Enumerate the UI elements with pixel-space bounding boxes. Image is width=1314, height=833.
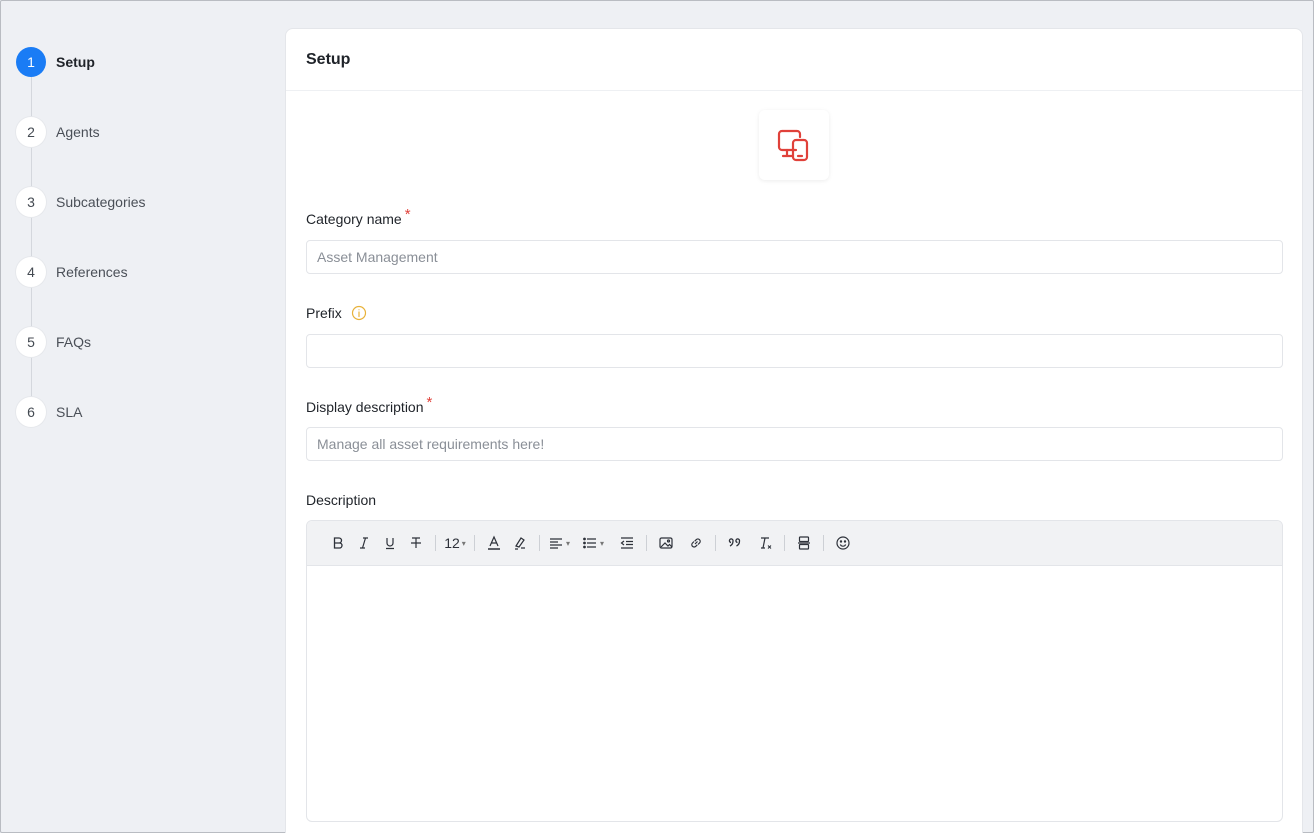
- highlight-button[interactable]: [507, 530, 533, 556]
- editor-content-area[interactable]: [307, 566, 1282, 821]
- chevron-down-icon: ▾: [566, 538, 571, 548]
- page-title: Setup: [306, 50, 351, 68]
- step-references[interactable]: 4 References: [16, 257, 266, 327]
- bold-button[interactable]: [325, 530, 351, 556]
- text-color-icon: [488, 535, 500, 550]
- bold-icon: [333, 537, 343, 549]
- list-button[interactable]: ▾: [580, 530, 606, 556]
- display-description-label: Display description *: [306, 394, 432, 415]
- label-text: Category name: [306, 210, 402, 227]
- font-size-value: 12: [444, 535, 460, 551]
- step-label: FAQs: [56, 334, 92, 350]
- chevron-down-icon: ▾: [600, 538, 605, 548]
- quote-icon: [728, 538, 741, 547]
- insert-link-button[interactable]: [683, 530, 709, 556]
- label-text: Prefix: [306, 305, 342, 321]
- clear-format-icon: [761, 537, 772, 549]
- step-sla[interactable]: 6 SLA: [16, 397, 266, 467]
- blockquote-button[interactable]: [722, 530, 748, 556]
- prefix-label: Prefix: [306, 305, 367, 321]
- info-icon[interactable]: [351, 305, 367, 321]
- category-name-label: Category name *: [306, 206, 411, 227]
- step-number: 1: [16, 47, 46, 77]
- rich-text-editor: 12 ▾ ▾ ▾: [306, 520, 1283, 822]
- emoji-icon: [836, 536, 850, 550]
- underline-icon: [386, 538, 394, 550]
- strikethrough-icon: [411, 537, 421, 548]
- step-subcategories[interactable]: 3 Subcategories: [16, 187, 266, 257]
- step-label: SLA: [56, 404, 83, 420]
- clear-format-button[interactable]: [752, 530, 778, 556]
- emoji-button[interactable]: [830, 530, 856, 556]
- step-label: References: [56, 264, 128, 280]
- prefix-input[interactable]: [306, 334, 1283, 368]
- stepper: 1 Setup 2 Agents 3 Subcategories 4 Refer…: [16, 47, 266, 467]
- step-number: 2: [16, 117, 46, 147]
- italic-button[interactable]: [351, 530, 377, 556]
- step-label: Agents: [56, 124, 100, 140]
- label-text: Description: [306, 492, 377, 508]
- step-number: 4: [16, 257, 46, 287]
- toolbar-separator: [539, 535, 540, 551]
- step-agents[interactable]: 2 Agents: [16, 117, 266, 187]
- list-icon: [583, 537, 597, 549]
- category-icon-picker[interactable]: [759, 110, 829, 180]
- editor-toolbar: 12 ▾ ▾ ▾: [307, 521, 1282, 566]
- align-button[interactable]: ▾: [546, 530, 572, 556]
- toolbar-separator: [784, 535, 786, 551]
- description-label: Description: [306, 492, 376, 508]
- toolbar-separator: [474, 535, 475, 551]
- italic-icon: [360, 537, 368, 549]
- outdent-icon: [620, 537, 634, 549]
- step-number: 6: [16, 397, 46, 427]
- strikethrough-button[interactable]: [403, 530, 429, 556]
- required-mark: *: [426, 394, 433, 411]
- label-text: Display description: [306, 398, 424, 415]
- page-break-icon: [798, 536, 811, 550]
- step-label: Subcategories: [56, 194, 146, 210]
- step-setup[interactable]: 1 Setup: [16, 47, 266, 117]
- page-break-button[interactable]: [791, 530, 817, 556]
- image-icon: [659, 537, 673, 549]
- category-name-input[interactable]: [306, 240, 1283, 274]
- link-icon: [691, 538, 701, 548]
- chevron-down-icon: ▾: [461, 538, 466, 548]
- devices-icon: [777, 129, 809, 162]
- step-faqs[interactable]: 5 FAQs: [16, 327, 266, 397]
- align-left-icon: [550, 538, 562, 549]
- required-mark: *: [404, 206, 411, 223]
- card-header: Setup: [286, 29, 1302, 91]
- step-label: Setup: [56, 54, 95, 70]
- highlighter-icon: [515, 537, 525, 550]
- outdent-button[interactable]: [614, 530, 640, 556]
- step-number: 3: [16, 187, 46, 217]
- font-size-select[interactable]: 12 ▾: [442, 530, 468, 556]
- insert-image-button[interactable]: [653, 530, 679, 556]
- toolbar-separator: [715, 535, 717, 551]
- underline-button[interactable]: [377, 530, 403, 556]
- toolbar-separator: [823, 535, 825, 551]
- text-color-button[interactable]: [481, 530, 507, 556]
- display-description-input[interactable]: [306, 427, 1283, 461]
- toolbar-separator: [435, 535, 436, 551]
- setup-card: Setup Category name * Prefix Display des…: [285, 28, 1303, 833]
- toolbar-separator: [646, 535, 648, 551]
- step-number: 5: [16, 327, 46, 357]
